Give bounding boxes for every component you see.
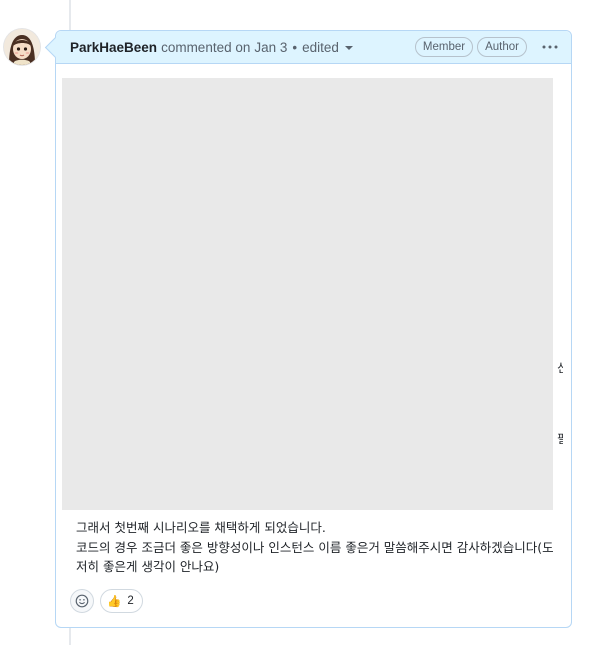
clipped-text-fragment: 필	[557, 432, 563, 446]
comment-paragraph: 그래서 첫번째 시나리오를 채택하게 되었습니다.	[76, 520, 326, 535]
comment-paragraph: 코드의 경우 조금더 좋은 방향성이나 인스턴스 이름 좋은거 말씀해주시면 감…	[76, 539, 554, 575]
author-avatar[interactable]	[4, 29, 40, 65]
comment-date-link[interactable]: Jan 3	[254, 40, 287, 55]
edited-history-dropdown[interactable]: edited	[302, 40, 353, 55]
author-badge: Author	[477, 37, 527, 57]
header-actions: Member Author	[414, 37, 563, 57]
edited-label: edited	[302, 39, 339, 55]
comment-card: ParkHaeBeen commented on Jan 3 • edited …	[55, 30, 572, 628]
avatar-girl-icon	[4, 29, 40, 65]
clipped-text-fragment: 신	[557, 361, 563, 375]
header-separator: •	[292, 39, 298, 55]
chevron-down-icon	[344, 46, 353, 50]
reaction-count: 2	[127, 595, 134, 607]
comment-action-text: commented on	[161, 39, 251, 55]
attached-image[interactable]: 신 필	[62, 78, 563, 510]
member-badge: Member	[414, 37, 474, 57]
comment-text: 그래서 첫번째 시나리오를 채택하게 되었습니다. 코드의 경우 조금더 좋은 …	[62, 510, 571, 577]
author-link[interactable]: ParkHaeBeen	[70, 40, 157, 55]
thumbs-up-icon: 👍	[107, 596, 122, 608]
thumbs-up-reaction-button[interactable]: 👍 2	[100, 589, 143, 613]
comment-header: ParkHaeBeen commented on Jan 3 • edited …	[56, 31, 571, 64]
kebab-horizontal-icon[interactable]	[537, 37, 563, 57]
smiley-icon[interactable]	[70, 589, 94, 613]
comment-body: 신 필 그래서 첫번째 시나리오를 채택하게 되었습니다. 코드의 경우 조금더…	[56, 64, 571, 577]
reactions-bar: 👍 2	[70, 589, 143, 613]
issue-timeline: ParkHaeBeen commented on Jan 3 • edited …	[0, 0, 595, 645]
